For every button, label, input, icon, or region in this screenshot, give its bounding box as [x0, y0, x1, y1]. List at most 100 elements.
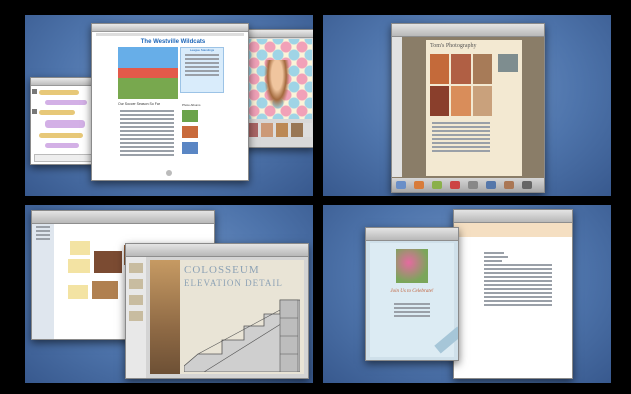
- text-line: [484, 292, 552, 294]
- invitation-card: Join Us to Celebrate!: [370, 243, 458, 357]
- text-line: [484, 288, 552, 290]
- album-thumb[interactable]: [182, 126, 198, 138]
- mail-toolbar[interactable]: [454, 210, 572, 223]
- toolbar-icon[interactable]: [414, 181, 424, 189]
- space-4[interactable]: Join Us to Celebrate!: [323, 205, 611, 383]
- chat-bubble: [39, 110, 75, 115]
- footer-logo: [166, 170, 172, 176]
- invitation-headline: Join Us to Celebrate!: [390, 289, 434, 294]
- text-line: [120, 114, 174, 116]
- text-line: [120, 142, 174, 144]
- ichat-window[interactable]: [30, 77, 94, 165]
- toolbar-icon[interactable]: [504, 181, 514, 189]
- chat-bubble: [45, 143, 79, 148]
- text-line: [484, 268, 552, 270]
- sidebar-item[interactable]: [36, 226, 50, 228]
- invitation-window[interactable]: Join Us to Celebrate!: [365, 227, 459, 361]
- pages-sidebar[interactable]: [392, 37, 402, 177]
- text-line: [432, 138, 490, 140]
- sidebar-item[interactable]: [36, 238, 50, 240]
- toolbar-icon[interactable]: [450, 181, 460, 189]
- photo-person: [264, 60, 290, 110]
- site-title: The Westville Wildcats: [140, 39, 206, 45]
- text-line: [484, 276, 552, 278]
- chat-bubble: [39, 133, 83, 138]
- chat-bubble: [45, 120, 85, 128]
- text-line: [120, 110, 174, 112]
- avatar: [32, 109, 37, 114]
- thumb-photo: [94, 251, 122, 273]
- text-line: [432, 146, 490, 148]
- toolbar-icon[interactable]: [468, 181, 478, 189]
- slide-thumb[interactable]: [129, 263, 143, 273]
- invitation-toolbar[interactable]: [366, 228, 458, 241]
- space-2[interactable]: Tom's Photography: [323, 15, 611, 196]
- slide-thumb[interactable]: [129, 311, 143, 321]
- keynote-window[interactable]: Colosseum Elevation Detail: [125, 243, 309, 379]
- text-line: [394, 311, 430, 313]
- safari-window[interactable]: The Westville Wildcats League Standings …: [91, 23, 249, 181]
- address-bar[interactable]: [96, 33, 244, 36]
- letterhead-band: [454, 223, 572, 237]
- text-line: [484, 296, 552, 298]
- text-line: [120, 154, 174, 156]
- chat-input[interactable]: [34, 154, 92, 162]
- filmstrip[interactable]: [246, 123, 312, 137]
- note-card: [68, 285, 88, 299]
- text-line: [484, 264, 552, 266]
- chat-bubble: [39, 90, 79, 95]
- dock-bar[interactable]: [392, 178, 544, 192]
- text-line: [120, 138, 174, 140]
- pages-window[interactable]: Tom's Photography: [391, 23, 545, 193]
- toolbar-icon[interactable]: [396, 181, 406, 189]
- iphoto-window[interactable]: [243, 29, 313, 148]
- toolbar-icon[interactable]: [522, 181, 532, 189]
- keynote-toolbar[interactable]: [126, 244, 308, 257]
- colosseum-diagram: [184, 299, 300, 372]
- slide-thumb[interactable]: [129, 295, 143, 305]
- letter-body: [480, 250, 556, 308]
- slide-canvas: Colosseum Elevation Detail: [150, 260, 304, 374]
- calendar-heading: League Standings: [189, 48, 215, 52]
- text-line: [484, 304, 552, 306]
- finder-sidebar[interactable]: [32, 224, 54, 339]
- toolbar-icon[interactable]: [432, 181, 442, 189]
- mail-window[interactable]: [453, 209, 573, 379]
- text-line: [394, 315, 430, 317]
- calendar-line: [185, 58, 219, 60]
- photo-grid: [430, 54, 492, 84]
- pages-toolbar[interactable]: [392, 24, 544, 37]
- article-text: [428, 120, 494, 154]
- hero-photo: [118, 47, 178, 99]
- text-line: [394, 307, 430, 309]
- safari-titlebar[interactable]: [92, 24, 248, 32]
- space-3[interactable]: Colosseum Elevation Detail: [25, 205, 313, 383]
- album-thumb[interactable]: [182, 110, 198, 122]
- space-1[interactable]: The Westville Wildcats League Standings …: [25, 15, 313, 196]
- slide-navigator[interactable]: [126, 257, 146, 378]
- photo-site-title: Tom's Photography: [430, 43, 477, 49]
- photos-heading: Photo Albums: [182, 103, 201, 107]
- text-line: [120, 146, 174, 148]
- text-line: [432, 122, 490, 124]
- invitation-details: [390, 301, 434, 319]
- ichat-titlebar[interactable]: [31, 78, 93, 86]
- calendar-line: [185, 54, 219, 56]
- toolbar-icon[interactable]: [486, 181, 496, 189]
- text-line: [484, 272, 552, 274]
- calendar-panel: League Standings: [180, 47, 224, 93]
- thumb-photo: [92, 281, 118, 299]
- sidebar-item[interactable]: [36, 230, 50, 232]
- text-line: [484, 280, 552, 282]
- note-card: [68, 259, 90, 273]
- text-line: [120, 150, 174, 152]
- iphoto-titlebar[interactable]: [244, 30, 313, 38]
- slide-photo: [150, 260, 180, 374]
- finder-toolbar[interactable]: [32, 211, 214, 224]
- album-thumb[interactable]: [182, 142, 198, 154]
- slide-thumb[interactable]: [129, 279, 143, 289]
- calendar-line: [185, 70, 219, 72]
- text-line: [484, 284, 552, 286]
- sidebar-item[interactable]: [36, 234, 50, 236]
- chat-bubble: [45, 100, 87, 105]
